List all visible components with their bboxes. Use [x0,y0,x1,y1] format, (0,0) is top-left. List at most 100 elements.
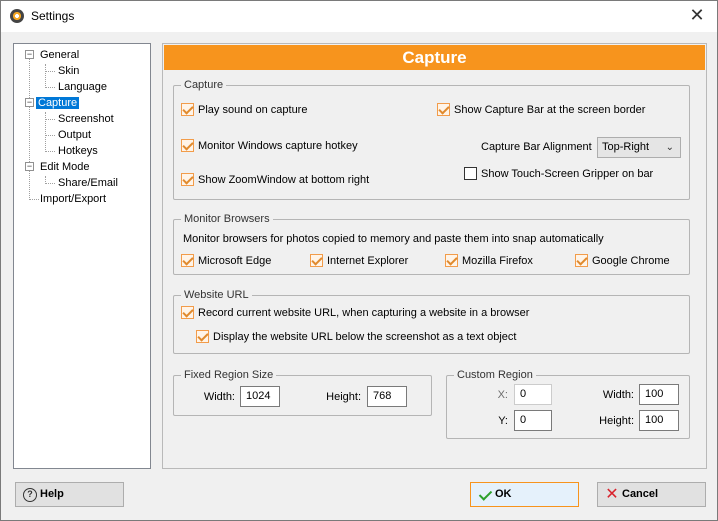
tree-item-label: Skin [58,65,80,77]
checkbox-label: Microsoft Edge [198,255,272,267]
show-capture-bar-checkbox[interactable]: Show Capture Bar at the screen border [437,102,645,118]
ie-checkbox[interactable]: Internet Explorer [310,253,408,269]
tree-item-output[interactable]: Output [56,128,93,143]
tree-item-label: Import/Export [40,193,107,205]
group-title: Fixed Region Size [181,368,277,382]
tree-item-edit-mode[interactable]: Edit Mode [38,160,92,175]
checkbox-label: Record current website URL, when capturi… [198,307,530,319]
checkbox-label: Internet Explorer [327,255,409,267]
chrome-checkbox[interactable]: Google Chrome [575,253,670,269]
settings-tree[interactable]: − General Skin Language − Capture Screen… [13,43,151,469]
checkbox-label: Show Touch-Screen Gripper on bar [481,168,654,180]
checkbox-label: Show ZoomWindow at bottom right [198,174,370,186]
tree-connector [45,119,55,120]
bar-alignment-label: Capture Bar Alignment [481,141,592,153]
custom-height-input[interactable]: 100 [639,410,679,431]
checkbox-label: Show Capture Bar at the screen border [454,104,646,116]
tree-connector [45,64,46,88]
group-title: Monitor Browsers [181,212,273,226]
tree-connector [45,112,46,152]
window-title: Settings [31,9,75,23]
fixed-width-input[interactable]: 1024 [240,386,280,407]
title-bar: Settings ✕ [1,1,717,32]
website-url-group: Website URL [173,288,690,354]
tree-item-label: General [40,49,80,61]
tree-connector [45,183,55,184]
help-button[interactable]: ? Help [15,482,124,507]
tree-connector [45,87,55,88]
touch-gripper-checkbox[interactable]: Show Touch-Screen Gripper on bar [464,166,653,182]
help-icon: ? [23,488,37,502]
edge-checkbox[interactable]: Microsoft Edge [181,253,271,269]
checkbox-box [181,139,194,152]
fixed-width-label: Width: [203,391,235,403]
settings-window: Settings ✕ − General Skin Language − Cap… [0,0,718,521]
play-sound-checkbox[interactable]: Play sound on capture [181,102,307,118]
record-url-checkbox[interactable]: Record current website URL, when capturi… [181,305,529,321]
collapse-icon[interactable]: − [25,98,34,107]
checkbox-box [464,167,477,180]
tree-connector [45,71,55,72]
group-title: Custom Region [454,368,536,382]
panel-title: Capture [164,45,705,70]
checkbox-box [181,254,194,267]
cancel-x-icon: ✕ [605,486,619,503]
fixed-height-label: Height: [326,391,361,403]
checkbox-box [575,254,588,267]
tree-item-label: Hotkeys [58,145,98,157]
checkbox-box [437,103,450,116]
bar-alignment-select[interactable]: Top-Right ⌄ [597,137,681,158]
close-icon[interactable]: ✕ [677,1,717,32]
checkbox-box [196,330,209,343]
checkbox-label: Display the website URL below the screen… [213,331,517,343]
monitor-hotkey-checkbox[interactable]: Monitor Windows capture hotkey [181,138,358,154]
select-value: Top-Right [602,141,650,153]
custom-width-label: Width: [602,389,634,401]
checkbox-box [181,173,194,186]
fixed-height-input[interactable]: 768 [367,386,407,407]
button-label: Cancel [622,488,659,500]
tree-connector [45,151,55,152]
cancel-button[interactable]: ✕ Cancel [597,482,706,507]
collapse-icon[interactable]: − [25,162,34,171]
tree-item-screenshot[interactable]: Screenshot [56,112,116,127]
firefox-checkbox[interactable]: Mozilla Firefox [445,253,533,269]
custom-y-label: Y: [498,415,508,427]
tree-item-label: Language [58,81,107,93]
tree-item-label: Capture [36,97,80,109]
checkbox-box [445,254,458,267]
button-label: Help [40,488,64,500]
tree-item-label: Edit Mode [40,161,90,173]
custom-x-label: X: [497,389,508,401]
tree-item-import-export[interactable]: Import/Export [38,192,108,207]
custom-width-input[interactable]: 100 [639,384,679,405]
custom-height-label: Height: [599,415,634,427]
tree-item-capture[interactable]: Capture [36,96,80,111]
checkbox-box [181,103,194,116]
ok-button[interactable]: OK [470,482,579,507]
custom-y-input[interactable]: 0 [514,410,552,431]
display-url-checkbox[interactable]: Display the website URL below the screen… [196,329,516,345]
show-zoom-checkbox[interactable]: Show ZoomWindow at bottom right [181,172,369,188]
tree-item-hotkeys[interactable]: Hotkeys [56,144,100,159]
tree-item-general[interactable]: General [38,48,81,63]
custom-x-input[interactable]: 0 [514,384,552,405]
tree-item-label: Share/Email [58,177,118,189]
chevron-down-icon: ⌄ [665,142,674,153]
checkbox-label: Monitor Windows capture hotkey [198,140,358,152]
button-label: OK [495,488,512,500]
tree-item-share-email[interactable]: Share/Email [56,176,120,191]
collapse-icon[interactable]: − [25,50,34,59]
checkbox-label: Google Chrome [592,255,670,267]
tree-item-skin[interactable]: Skin [56,64,81,79]
tree-item-language[interactable]: Language [56,80,109,95]
check-icon [478,488,492,502]
browsers-description: Monitor browsers for photos copied to me… [183,233,604,245]
checkbox-box [181,306,194,319]
tree-item-label: Screenshot [58,113,114,125]
group-title: Website URL [181,288,252,302]
checkbox-box [310,254,323,267]
tree-connector [29,56,30,200]
checkbox-label: Mozilla Firefox [462,255,533,267]
group-title: Capture [181,78,227,92]
